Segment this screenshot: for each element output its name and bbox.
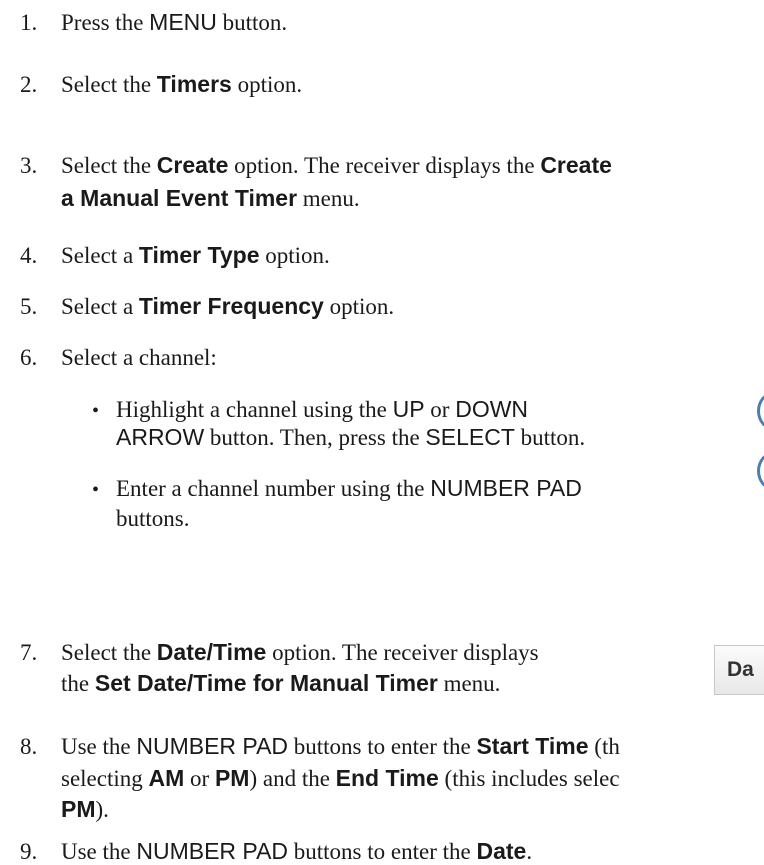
button-name: NUMBER PAD <box>136 733 289 759</box>
step-number: 7. <box>20 640 38 665</box>
button-name: MENU <box>149 9 217 35</box>
text-run: option. <box>231 72 303 97</box>
text-run: ) and the <box>249 766 336 791</box>
bold-term: PM <box>61 796 96 822</box>
step-text: Use the NUMBER PAD buttons to enter the … <box>61 838 532 865</box>
step-text-line: Use the NUMBER PAD buttons to enter the … <box>61 733 620 760</box>
button-name: ARROW <box>116 424 205 450</box>
text-run: buttons to enter the <box>288 734 477 759</box>
text-run: Select a <box>61 243 139 268</box>
step-text-line: Select the Date/Time option. The receive… <box>61 639 539 666</box>
text-run: Enter a channel number using the <box>116 476 431 501</box>
bullet-symbol: • <box>92 479 100 501</box>
step-text: Select the Timers option. <box>61 71 302 98</box>
text-run: Use the <box>61 734 137 759</box>
text-run: option. <box>323 294 395 319</box>
bold-term: Timer Type <box>138 242 260 268</box>
text-run: buttons to enter the <box>288 839 477 864</box>
step-number: 8. <box>20 734 38 759</box>
date-time-button[interactable]: Da <box>714 645 764 695</box>
button-name: SELECT <box>425 424 515 450</box>
text-run: Press the <box>61 10 150 35</box>
step-text: Press the MENU button. <box>61 9 287 36</box>
text-run: option. The receiver displays the <box>228 153 541 178</box>
step-text-line: the Set Date/Time for Manual Timer menu. <box>61 670 500 697</box>
step-text: Select a channel: <box>61 344 217 371</box>
bold-term: Start Time <box>476 733 589 759</box>
channel-selector-icon <box>754 392 764 426</box>
text-run: Highlight a channel using the <box>116 397 393 422</box>
text-run: menu. <box>437 671 501 696</box>
text-run: Select a channel: <box>61 345 217 370</box>
bullet-text-line: Enter a channel number using the NUMBER … <box>116 475 582 502</box>
text-run: (th <box>588 734 620 759</box>
bold-term: End Time <box>335 765 439 791</box>
step-text: Select a Timer Frequency option. <box>61 293 394 320</box>
step-number: 9. <box>20 839 38 864</box>
text-run: or <box>184 766 215 791</box>
step-text-line: PM). <box>61 796 109 823</box>
date-time-button-label: Da <box>727 658 754 681</box>
text-run: Select the <box>61 153 157 178</box>
step-number: 4. <box>20 243 38 268</box>
bold-term: a Manual Event Timer <box>61 185 298 211</box>
button-name: DOWN <box>455 396 529 422</box>
button-name: NUMBER PAD <box>136 838 289 864</box>
text-run: the <box>61 671 95 696</box>
text-run: button. <box>514 425 586 450</box>
bold-term: Create <box>540 152 612 178</box>
step-text-line: a Manual Event Timer menu. <box>61 185 360 212</box>
step-text: Select a Timer Type option. <box>61 242 330 269</box>
text-run: (this includes selec <box>438 766 620 791</box>
bold-term: Timer Frequency <box>138 293 324 319</box>
text-run: Select the <box>61 640 157 665</box>
text-run: . <box>526 839 533 864</box>
bullet-text-line: ARROW button. Then, press the SELECT but… <box>116 424 585 451</box>
step-number: 2. <box>20 72 38 97</box>
text-run: option. <box>259 243 330 268</box>
text-run: option. The receiver displays <box>266 640 539 665</box>
step-number: 6. <box>20 345 38 370</box>
step-number: 1. <box>20 10 38 35</box>
button-name: UP <box>392 396 425 422</box>
bullet-text-line: Highlight a channel using the UP or DOWN <box>116 396 528 423</box>
button-name: NUMBER PAD <box>430 475 582 501</box>
bullet-text-line: buttons. <box>116 505 189 532</box>
bold-term: AM <box>148 765 185 791</box>
channel-selector-icon <box>754 452 764 486</box>
text-run: button. <box>216 10 288 35</box>
text-run: ). <box>95 797 109 822</box>
bold-term: Date <box>476 838 527 864</box>
bold-term: Date/Time <box>156 639 267 665</box>
text-run: Use the <box>61 839 137 864</box>
text-run: button. Then, press the <box>204 425 426 450</box>
text-run: buttons. <box>116 506 190 531</box>
text-run: Select a <box>61 294 139 319</box>
step-number: 3. <box>20 153 38 178</box>
bold-term: Create <box>156 152 229 178</box>
text-run: Select the <box>61 72 157 97</box>
bold-term: Set Date/Time for Manual Timer <box>94 670 438 696</box>
bold-term: Timers <box>156 71 232 97</box>
step-text-line: selecting AM or PM) and the End Time (th… <box>61 765 620 792</box>
text-run: menu. <box>297 186 360 211</box>
step-number: 5. <box>20 294 38 319</box>
bold-term: PM <box>214 765 250 791</box>
step-text-line: Select the Create option. The receiver d… <box>61 152 612 179</box>
bullet-symbol: • <box>92 400 100 422</box>
text-run: or <box>424 397 456 422</box>
text-run: selecting <box>61 766 149 791</box>
